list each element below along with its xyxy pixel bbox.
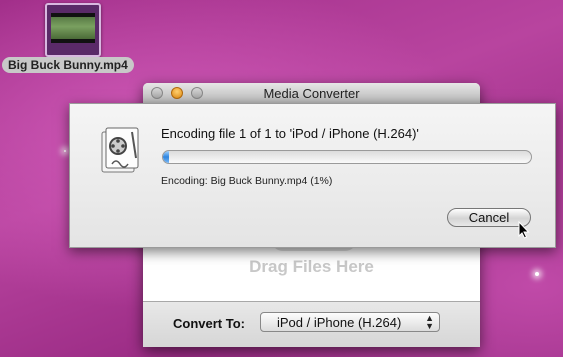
window-titlebar[interactable]: Media Converter [143, 83, 480, 105]
desktop-file-label[interactable]: Big Buck Bunny.mp4 [2, 57, 134, 73]
encoding-status-text: Encoding file 1 of 1 to 'iPod / iPhone (… [161, 126, 419, 141]
media-converter-app-icon [101, 127, 139, 173]
desktop-video-file-icon[interactable] [45, 3, 101, 57]
bottom-bar: Convert To: iPod / iPhone (H.264) ▲ ▼ [143, 301, 480, 347]
convert-to-popup[interactable]: iPod / iPhone (H.264) ▲ ▼ [260, 312, 440, 332]
film-thumbnail-icon [51, 13, 95, 43]
encoding-progress-bar [162, 150, 532, 164]
popup-arrows-icon: ▲ ▼ [425, 313, 434, 331]
desktop-sparkle [535, 272, 539, 276]
drop-zone-label: Drag Files Here [249, 257, 374, 276]
convert-to-value: iPod / iPhone (H.264) [277, 315, 402, 330]
progress-fill [163, 151, 169, 163]
convert-to-label: Convert To: [173, 316, 245, 331]
mouse-cursor-icon [518, 221, 530, 239]
desktop-sparkle [64, 150, 66, 152]
window-title: Media Converter [263, 86, 360, 101]
progress-sheet: Encoding file 1 of 1 to 'iPod / iPhone (… [69, 103, 556, 248]
encoding-detail-text: Encoding: Big Buck Bunny.mp4 (1%) [161, 175, 333, 187]
